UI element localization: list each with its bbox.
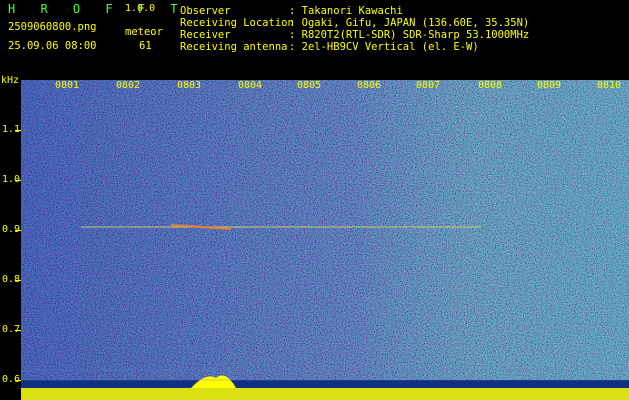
- hour-label: 0808: [477, 80, 503, 91]
- timestamp: 25.09.06 08:00: [8, 40, 97, 52]
- hour-label: 0805: [296, 80, 322, 91]
- frequency-tick: [15, 280, 21, 281]
- file-name: 2509060800.png: [8, 21, 97, 33]
- hour-label: 0804: [237, 80, 263, 91]
- app-brand: H R O F F T: [8, 2, 187, 16]
- receiver-label: Receiver: [180, 29, 231, 41]
- antenna-label: Receiving antenna: [180, 41, 288, 53]
- frequency-tick: [15, 330, 21, 331]
- header-panel: H R O F F T 1.0.0 2509060800.png meteor …: [0, 0, 629, 76]
- hour-label: 0806: [356, 80, 382, 91]
- meteor-count: 61: [139, 40, 152, 52]
- hour-label: 0809: [536, 80, 562, 91]
- hour-label: 0801: [54, 80, 80, 91]
- app-version: 1.0.0: [125, 3, 156, 14]
- frequency-unit-label: kHz: [1, 75, 20, 86]
- frequency-tick: [15, 180, 21, 181]
- location-value: : Ogaki, Gifu, JAPAN (136.60E, 35.35N): [289, 17, 530, 29]
- hour-label: 0803: [176, 80, 202, 91]
- location-label: Receiving Location: [180, 17, 294, 29]
- spectrogram-noise: [21, 80, 629, 400]
- observer-value: : Takanori Kawachi: [289, 5, 403, 17]
- receiver-value: : R820T2(RTL-SDR) SDR-Sharp 53.1000MHz: [289, 29, 530, 41]
- frequency-tick: [15, 130, 21, 131]
- observer-label: Observer: [180, 5, 231, 17]
- hour-label: 0802: [115, 80, 141, 91]
- spectrogram: [21, 80, 629, 400]
- hour-label: 0807: [415, 80, 441, 91]
- meteor-label: meteor: [125, 26, 163, 38]
- frequency-tick: [15, 380, 21, 381]
- antenna-value: : 2el-HB9CV Vertical (el. E-W): [289, 41, 479, 53]
- frequency-tick: [15, 230, 21, 231]
- hour-label: 0810: [596, 80, 622, 91]
